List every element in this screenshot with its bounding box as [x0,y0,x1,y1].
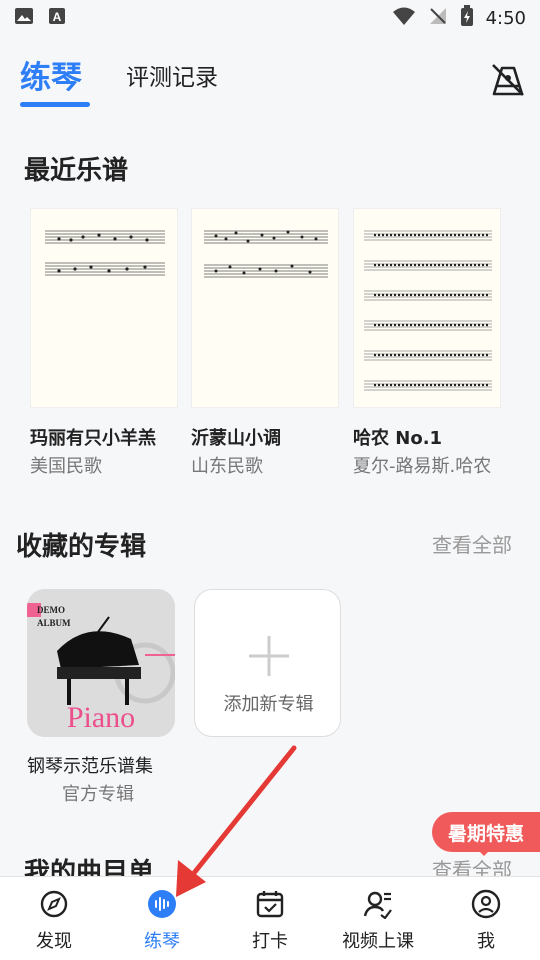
album-cover-demo-text: DEMO [37,605,65,615]
nav-label: 打卡 [252,931,288,952]
screen: A 4:50 练琴 评测记录 最近乐谱 玛丽有只小羊羔 美国民歌 沂蒙山小调 山… [0,0,540,960]
score-composer: 山东民歌 [191,456,263,477]
nav-item-checkin[interactable]: 打卡 [216,877,324,960]
recent-scores-title: 最近乐谱 [24,156,129,186]
score-thumbnail[interactable] [191,208,339,408]
albums-view-all-link[interactable]: 查看全部 [432,529,512,558]
status-bar: A 4:50 [0,0,540,36]
album-cover-album-text: ALBUM [37,618,71,628]
battery-charging-icon [460,5,474,31]
compass-icon [40,890,68,918]
album-title: 钢琴示范乐谱集 [27,756,153,777]
score-thumbnail[interactable] [353,208,501,408]
favorite-albums-title: 收藏的专辑 [16,532,147,562]
teacher-icon [363,891,392,919]
metronome-off-icon[interactable] [490,62,526,98]
nav-item-discover[interactable]: 发现 [0,877,108,960]
nav-item-video-class[interactable]: 视频上课 [324,877,432,960]
header: 练琴 评测记录 [0,44,540,114]
profile-icon [471,889,501,919]
wifi-icon [392,6,416,30]
summer-promo-badge[interactable]: 暑期特惠 [432,812,540,852]
album-subtitle: 官方专辑 [62,784,134,805]
add-album-button[interactable]: 添加新专辑 [194,589,341,737]
font-notification-icon: A [48,7,66,29]
waveform-icon [148,890,176,918]
tab-indicator [20,102,90,107]
calendar-check-icon [256,891,284,918]
add-album-label: 添加新专辑 [223,694,314,715]
nav-label: 视频上课 [342,931,414,952]
bottom-nav: 发现 练琴 打卡 视频上课 我 [0,876,540,960]
nav-item-me[interactable]: 我 [432,877,540,960]
score-title: 沂蒙山小调 [191,428,281,449]
score-title: 哈农 No.1 [353,428,443,449]
promo-badge-tail [476,848,492,856]
album-cover-piano-text: Piano [67,701,135,734]
score-composer: 美国民歌 [30,456,102,477]
score-thumbnail[interactable] [30,208,178,408]
nav-label: 发现 [36,931,72,952]
nav-label: 我 [477,931,495,952]
score-composer: 夏尔-路易斯.哈农 [353,456,492,477]
score-title: 玛丽有只小羊羔 [30,428,156,449]
no-signal-icon [428,6,448,30]
tab-practice[interactable]: 练琴 [20,52,82,97]
nav-label: 练琴 [144,931,180,952]
tab-evaluation-records[interactable]: 评测记录 [126,58,218,92]
image-notification-icon [14,7,34,29]
status-time: 4:50 [485,7,526,29]
album-cover[interactable]: DEMO ALBUM Piano [27,589,175,737]
plus-icon [247,634,291,678]
nav-item-practice[interactable]: 练琴 [108,877,216,960]
svg-text:A: A [53,10,62,24]
